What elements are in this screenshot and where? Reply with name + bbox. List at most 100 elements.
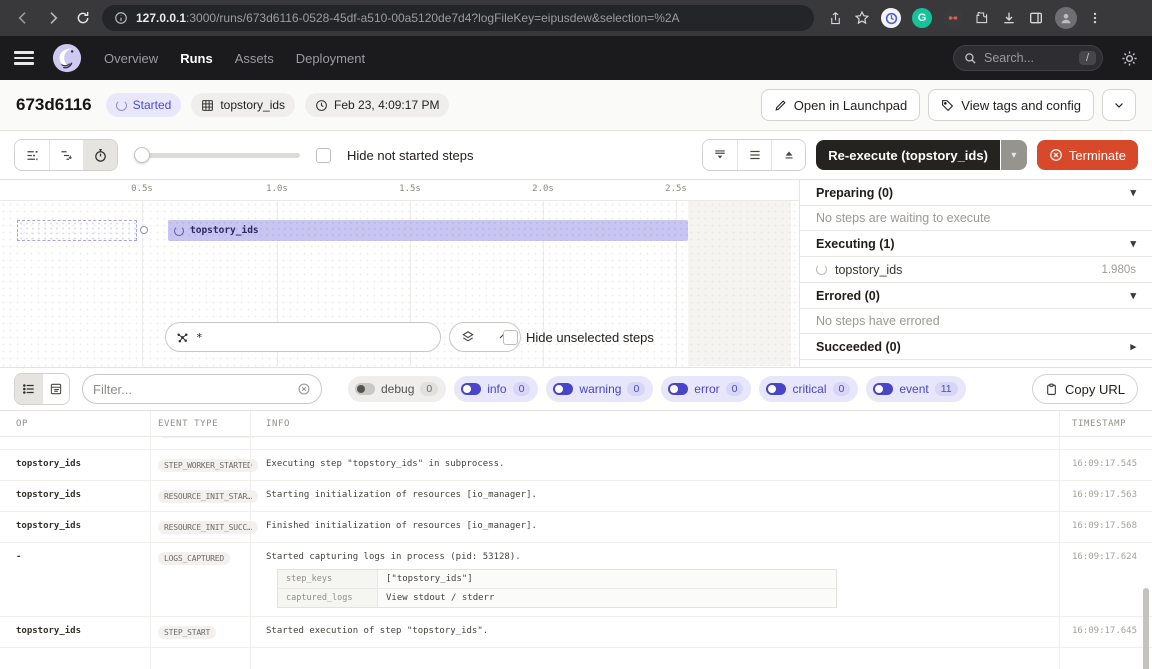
log-row-logs-captured[interactable]: - LOGS_CAPTURED Started capturing logs i… [0,543,1152,617]
reexecute-button[interactable]: Re-execute (topstory_ids) [816,140,1000,170]
view-tags-config-button[interactable]: View tags and config [928,89,1094,121]
extension-grammarly-icon[interactable]: G [912,8,932,28]
tag-icon [941,99,954,112]
layers-icon[interactable] [450,323,485,351]
executing-step-row[interactable]: topstory_ids 1.980s [800,257,1152,283]
browser-forward-icon[interactable] [42,7,64,29]
level-chip-info[interactable]: info0 [454,376,538,402]
chevron-down-icon [1113,99,1125,111]
nav-link-runs[interactable]: Runs [180,51,213,66]
log-row[interactable]: topstory_ids STEP_WORKER_STARTED Executi… [0,450,1152,481]
view-stdout-stderr-link[interactable]: View stdout / stderr [378,589,502,607]
hide-not-started-checkbox[interactable] [316,148,331,163]
errored-empty-text: No steps have errored [800,309,1152,334]
copy-url-button[interactable]: Copy URL [1032,374,1138,404]
reexecute-caret-button[interactable]: ▾ [1001,140,1027,170]
toggle-icon [461,383,481,395]
extension-robot-icon[interactable] [943,8,963,28]
level-chip-warning[interactable]: warning0 [546,376,653,402]
url-bar[interactable]: 127.0.0.1:3000/runs/673d6116-0528-45df-a… [102,5,814,31]
site-info-icon[interactable] [114,11,128,25]
gantt-chart: 0.5s 1.0s 1.5s 2.0s 2.5s topstory_ids Hi… [0,180,800,367]
gantt-zoom-slider[interactable] [134,147,300,163]
level-count-badge: 0 [627,382,645,396]
list-view-icon[interactable] [15,374,42,404]
browser-menu-icon[interactable] [1088,11,1102,25]
hide-unselected-checkbox[interactable] [503,330,518,345]
event-type-tag: STEP_WORKER_STARTI… [158,437,258,438]
level-chip-error[interactable]: error0 [661,376,751,402]
log-row[interactable]: topstory_ids RESOURCE_INIT_SUCC… Finishe… [0,512,1152,543]
axis-tick: 2.0s [532,184,554,194]
step-selection-input-wrap[interactable] [165,322,441,352]
bookmark-star-icon[interactable] [854,10,870,26]
level-chip-debug[interactable]: debug0 [348,376,446,402]
section-executing[interactable]: Executing (1) ▾ [800,231,1152,257]
step-spinner-icon [174,226,184,236]
level-count-badge: 0 [833,382,851,396]
section-succeeded[interactable]: Succeeded (0) ▸ [800,334,1152,360]
metadata-row: step_keys ["topstory_ids"] [278,570,836,588]
job-name-tag[interactable]: topstory_ids [191,93,295,117]
step-selection-input[interactable] [196,331,430,344]
terminate-button[interactable]: Terminate [1037,140,1138,170]
global-search[interactable]: Search... / [953,45,1103,71]
timed-view-icon[interactable] [83,140,117,170]
flat-view-icon[interactable] [15,140,49,170]
level-count-badge: 0 [420,382,438,396]
extension-clock-icon[interactable] [881,8,901,28]
axis-tick: 1.0s [266,184,288,194]
column-divider [250,411,251,669]
event-type-tag: RESOURCE_INIT_STAR… [158,490,258,503]
browser-reload-icon[interactable] [72,7,94,29]
log-row[interactable]: topstory_ids STEP_START Started executio… [0,617,1152,648]
log-level-chips: debug0 info0 warning0 error0 critical0 e… [348,376,966,402]
search-placeholder: Search... [984,51,1072,65]
log-filter-input-wrap[interactable] [82,374,322,404]
log-row[interactable]: topstory_ids RESOURCE_INIT_STAR… Startin… [0,481,1152,512]
sidepanel-icon[interactable] [1028,10,1044,26]
downloads-icon[interactable] [1001,10,1017,26]
log-scrollbar-thumb[interactable] [1143,588,1149,669]
browser-back-icon[interactable] [12,7,34,29]
eject-icon[interactable] [771,140,805,170]
header-info: INFO [255,419,1059,429]
gantt-step-bar[interactable]: topstory_ids [168,220,688,241]
section-preparing[interactable]: Preparing (0) ▾ [800,180,1152,206]
slider-knob[interactable] [134,147,150,163]
log-filter-input[interactable] [93,382,291,397]
queued-step-placeholder [17,220,137,241]
waterfall-view-icon[interactable] [49,140,83,170]
nav-link-assets[interactable]: Assets [235,51,274,66]
section-errored[interactable]: Errored (0) ▾ [800,283,1152,309]
browser-avatar[interactable] [1055,7,1077,29]
log-table-header: OP EVENT TYPE INFO TIMESTAMP [0,411,1152,437]
executing-step-elapsed: 1.980s [1101,264,1136,276]
hamburger-menu-icon[interactable] [14,51,34,65]
nav-link-deployment[interactable]: Deployment [296,51,365,66]
run-more-actions-button[interactable] [1102,89,1136,121]
share-icon[interactable] [828,11,843,26]
open-in-launchpad-button[interactable]: Open in Launchpad [761,89,920,121]
dagster-logo[interactable] [52,43,82,73]
clear-filter-icon[interactable] [297,382,311,396]
nav-link-overview[interactable]: Overview [104,51,158,66]
extensions-puzzle-icon[interactable] [974,10,990,26]
log-row-clipped[interactable]: topstory_ids STEP_WORKER_STARTI… Launchi… [0,437,1152,450]
caret-down-icon: ▾ [1130,237,1136,250]
structured-view-icon[interactable] [42,374,69,404]
slider-track[interactable] [134,153,300,158]
gantt-view-mode-group [14,139,118,171]
level-chip-event[interactable]: event11 [866,376,965,402]
executing-step-name: topstory_ids [835,263,902,277]
search-shortcut-kbd: / [1079,51,1096,65]
settings-gear-icon[interactable] [1121,50,1138,67]
level-chip-critical[interactable]: critical0 [759,376,858,402]
column-divider [1059,411,1060,669]
gantt-time-axis: 0.5s 1.0s 1.5s 2.0s 2.5s [0,180,799,201]
toggle-icon [873,383,893,395]
event-type-tag: STEP_START [158,626,216,639]
collapse-down-icon[interactable] [703,140,737,170]
level-count-badge: 0 [726,382,744,396]
rows-icon[interactable] [737,140,771,170]
